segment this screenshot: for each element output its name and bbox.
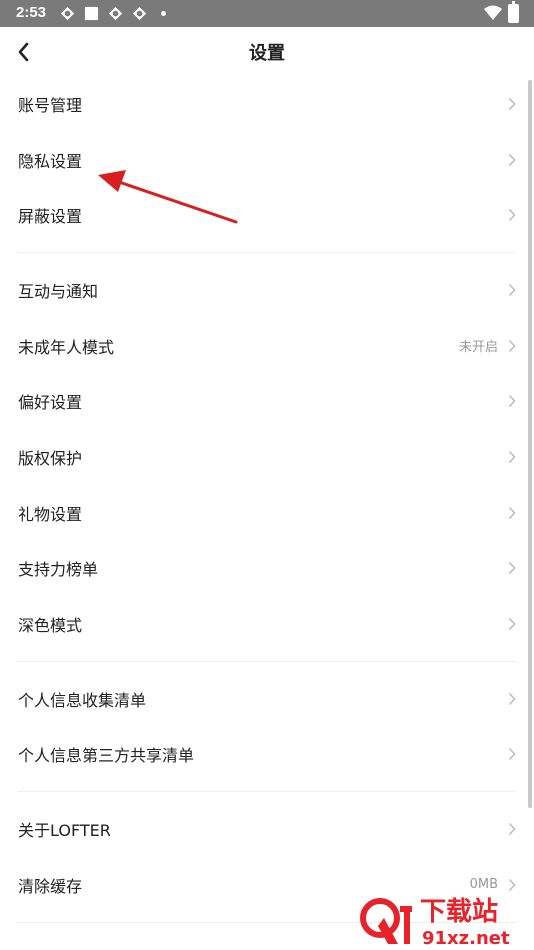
settings-row-about[interactable]: 关于LOFTER [0, 801, 534, 857]
chevron-right-icon [508, 153, 516, 166]
status-bar: 2:53 [0, 0, 534, 27]
settings-row-label: 互动与通知 [18, 281, 99, 301]
chevron-right-icon [508, 823, 516, 836]
settings-row-label: 未成年人模式 [18, 337, 115, 357]
more-notifications-dot [161, 11, 166, 16]
chevron-right-icon [508, 283, 516, 296]
settings-row-label: 个人信息收集清单 [18, 690, 147, 710]
status-time: 2:53 [16, 4, 47, 21]
watermark-domain: 91xz.net [422, 928, 510, 949]
battery-icon [508, 1, 519, 23]
wifi-icon [484, 5, 502, 20]
settings-row-interaction-notify[interactable]: 互动与通知 [0, 262, 534, 318]
chevron-right-icon [508, 395, 516, 408]
settings-row-label: 支持力榜单 [18, 560, 99, 580]
settings-row-label: 关于LOFTER [18, 821, 111, 841]
settings-row-privacy[interactable]: 隐私设置 [0, 132, 534, 188]
group-divider [18, 660, 516, 662]
page-title: 设置 [249, 43, 285, 64]
settings-row-dark-mode[interactable]: 深色模式 [0, 596, 534, 652]
chevron-right-icon [508, 618, 516, 631]
chevron-right-icon [508, 209, 516, 222]
settings-row-value: 未开启 [458, 340, 498, 356]
settings-row-label: 屏蔽设置 [18, 207, 83, 227]
group-divider [18, 791, 516, 793]
chevron-right-icon [508, 748, 516, 761]
app-notification-icon [60, 6, 75, 21]
app-notification-icon [132, 6, 147, 21]
app-notification-icon [108, 6, 123, 21]
settings-row-support-ranking[interactable]: 支持力榜单 [0, 541, 534, 597]
settings-row-label: 清除缓存 [18, 876, 83, 896]
settings-row-info-collection[interactable]: 个人信息收集清单 [0, 671, 534, 727]
scrollbar[interactable] [528, 80, 532, 808]
settings-row-label: 深色模式 [18, 616, 83, 636]
chevron-right-icon [508, 339, 516, 352]
settings-row-block[interactable]: 屏蔽设置 [0, 187, 534, 243]
settings-row-preferences[interactable]: 偏好设置 [0, 373, 534, 429]
chevron-right-icon [508, 506, 516, 519]
watermark-logo-icon: 下载站 91xz.net [360, 897, 510, 949]
settings-row-label: 礼物设置 [18, 504, 83, 524]
chevron-right-icon [508, 562, 516, 575]
settings-row-gift[interactable]: 礼物设置 [0, 485, 534, 541]
settings-row-copyright[interactable]: 版权保护 [0, 429, 534, 485]
settings-row-label: 偏好设置 [18, 393, 83, 413]
top-nav-bar: 设置 [0, 27, 534, 77]
chevron-right-icon [508, 97, 516, 110]
settings-row-label: 个人信息第三方共享清单 [18, 746, 195, 766]
settings-row-label: 隐私设置 [18, 151, 83, 171]
settings-row-minor-mode[interactable]: 未成年人模式 未开启 [0, 318, 534, 374]
settings-list: 账号管理 隐私设置 屏蔽设置 互动与通知 未成年人模式 未开启 偏好设置 版权保… [0, 76, 534, 932]
group-divider [18, 252, 516, 254]
site-watermark: 下载站 91xz.net [358, 888, 534, 950]
chevron-right-icon [508, 692, 516, 705]
settings-row-account[interactable]: 账号管理 [0, 76, 534, 132]
settings-row-third-party-sharing[interactable]: 个人信息第三方共享清单 [0, 727, 534, 783]
watermark-text: 下载站 [420, 897, 498, 927]
chevron-right-icon [508, 450, 516, 463]
settings-row-label: 版权保护 [18, 448, 83, 468]
settings-row-label: 账号管理 [18, 95, 83, 115]
square-notification-icon [84, 6, 99, 21]
